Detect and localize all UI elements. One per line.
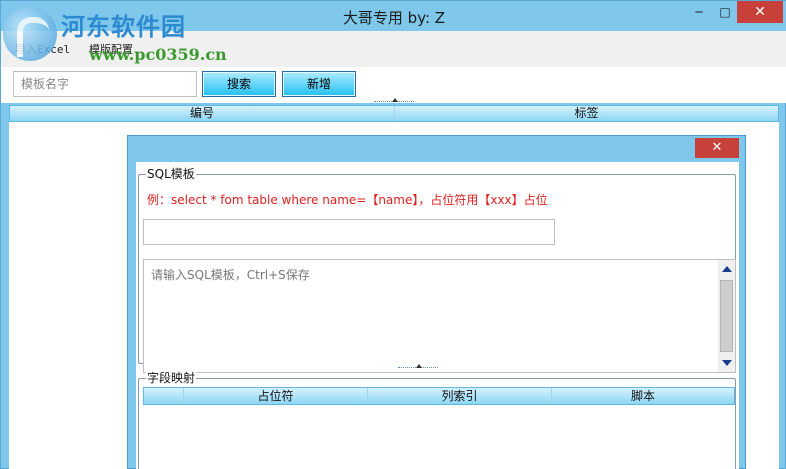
watermark-name: 河东软件园: [61, 12, 186, 41]
column-header-row-selector[interactable]: [144, 388, 184, 404]
field-mapping-group: 字段映射 占位符 列索引 脚本: [138, 371, 736, 469]
column-header-script[interactable]: 脚本: [552, 388, 734, 404]
watermark-logo-icon: [3, 7, 57, 61]
add-button[interactable]: 新增: [282, 71, 356, 97]
column-header-tag[interactable]: 标签: [395, 106, 778, 121]
field-mapping-group-label: 字段映射: [146, 371, 197, 385]
template-name-search-input[interactable]: [13, 71, 197, 97]
dialog-splitter-grip-icon[interactable]: [398, 364, 438, 371]
search-button[interactable]: 搜索: [202, 71, 276, 97]
watermark-url: www.pc0359.cn: [89, 45, 227, 64]
sql-scrollbar[interactable]: [718, 260, 735, 372]
column-header-placeholder[interactable]: 占位符: [184, 388, 368, 404]
watermark: 河东软件园 www.pc0359.cn: [1, 3, 227, 64]
dialog-close-icon[interactable]: ✕: [695, 138, 739, 158]
close-icon[interactable]: ✕: [737, 1, 783, 23]
sql-template-group: SQL模板 例：select * fom table where name=【n…: [138, 167, 736, 373]
column-header-id[interactable]: 编号: [10, 106, 395, 121]
sql-template-group-label: SQL模板: [146, 167, 196, 181]
arrow-up-icon[interactable]: [722, 266, 732, 272]
example-hint-text: 例：select * fom table where name=【name】，占…: [147, 193, 548, 207]
template-grid-header: 编号 标签: [9, 105, 779, 122]
template-editor-dialog: ✕ SQL模板 例：select * fom table where name=…: [127, 135, 746, 469]
mapping-grid-header: 占位符 列索引 脚本: [143, 387, 735, 405]
sql-template-placeholder: 请输入SQL模板，Ctrl+S保存: [151, 268, 310, 282]
maximize-icon[interactable]: □: [711, 1, 739, 23]
sql-template-textarea[interactable]: 请输入SQL模板，Ctrl+S保存: [143, 259, 736, 373]
arrow-down-icon[interactable]: [722, 360, 732, 366]
placeholder-input[interactable]: [143, 219, 555, 245]
dialog-body: SQL模板 例：select * fom table where name=【n…: [136, 162, 739, 469]
column-header-column-index[interactable]: 列索引: [368, 388, 552, 404]
minimize-icon[interactable]: ─: [685, 1, 713, 23]
scrollbar-thumb[interactable]: [720, 280, 733, 352]
